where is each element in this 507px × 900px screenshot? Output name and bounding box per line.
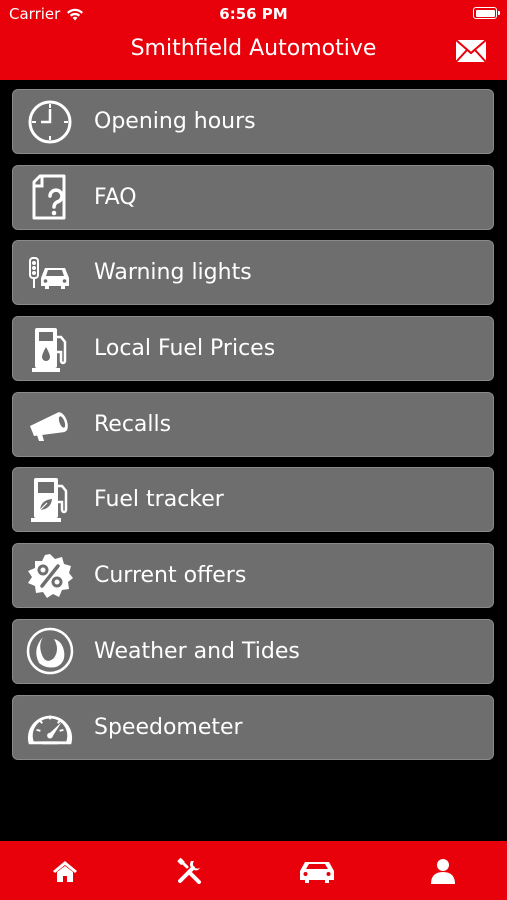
profile-icon <box>431 859 455 884</box>
tab-home[interactable] <box>45 856 85 886</box>
weather-icon <box>26 627 74 675</box>
menu-item-label: FAQ <box>94 184 137 210</box>
envelope-icon[interactable] <box>455 39 487 63</box>
tab-car[interactable] <box>297 856 337 886</box>
traffic-light-car-icon <box>26 249 74 297</box>
menu-item-label: Recalls <box>94 411 172 437</box>
tab-tools[interactable] <box>170 856 210 886</box>
fuel-pump-icon <box>26 325 74 373</box>
menu-item-speedometer[interactable]: Speedometer <box>12 694 494 760</box>
megaphone-icon <box>26 400 74 448</box>
menu-item-warning-lights[interactable]: Warning lights <box>12 240 494 306</box>
battery-icon <box>473 7 500 19</box>
menu-item-label: Local Fuel Prices <box>94 336 276 362</box>
menu-item-opening-hours[interactable]: Opening hours <box>12 89 494 154</box>
menu-item-faq[interactable]: FAQ <box>12 164 494 230</box>
menu-item-local-fuel-prices[interactable]: Local Fuel Prices <box>12 316 494 382</box>
faq-document-icon <box>26 173 74 221</box>
app-title: Smithfield Automotive <box>130 36 377 61</box>
home-icon <box>53 861 77 882</box>
status-time: 6:56 PM <box>219 5 288 23</box>
header-bar: Carrier 6:56 PM Smithfield Automotive <box>0 0 507 80</box>
car-icon <box>300 862 334 883</box>
clock-icon <box>26 98 74 146</box>
menu-item-label: Fuel tracker <box>94 487 224 513</box>
menu-item-label: Opening hours <box>94 109 256 134</box>
speedometer-icon <box>26 703 74 751</box>
menu-item-label: Warning lights <box>94 260 252 286</box>
tab-bar <box>0 841 507 900</box>
menu-item-label: Speedometer <box>94 714 243 740</box>
menu-item-current-offers[interactable]: Current offers <box>12 543 494 609</box>
menu-item-label: Weather and Tides <box>94 638 300 664</box>
menu-item-recalls[interactable]: Recalls <box>12 391 494 457</box>
tools-icon <box>177 858 201 884</box>
menu-item-weather-and-tides[interactable]: Weather and Tides <box>12 618 494 684</box>
menu-item-label: Current offers <box>94 563 247 589</box>
percent-badge-icon <box>26 552 74 600</box>
tab-profile[interactable] <box>423 856 463 886</box>
fuel-tracker-icon <box>26 476 74 524</box>
menu-item-fuel-tracker[interactable]: Fuel tracker <box>12 467 494 533</box>
main-menu: Opening hours FAQ Warning lights Local F… <box>12 89 494 770</box>
status-bar: Carrier 6:56 PM <box>0 0 507 28</box>
